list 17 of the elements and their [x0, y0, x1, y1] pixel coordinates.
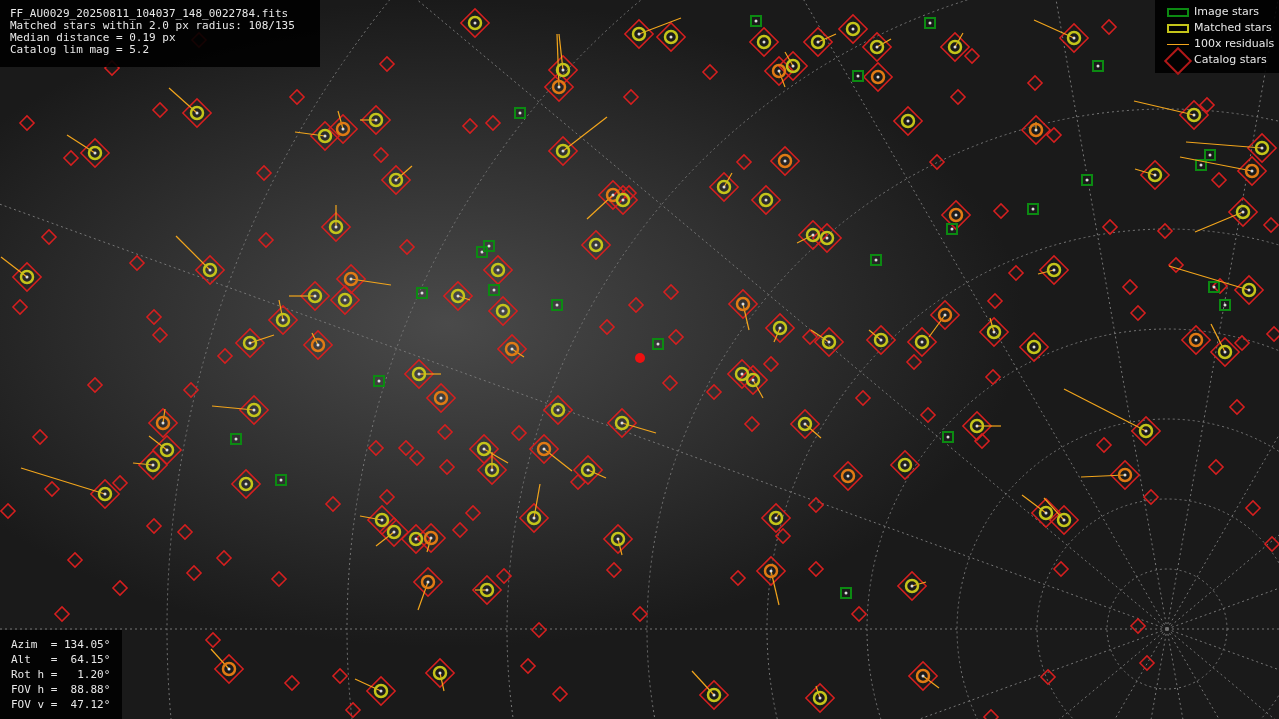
pointing-text: FOV h = 88.88°	[11, 682, 111, 697]
info-text: Matched stars within 2.0 px radius: 108/135	[10, 20, 295, 32]
pointing-text: Azim = 134.05°	[11, 637, 111, 652]
square-marker-icon	[1167, 8, 1189, 17]
legend-label: Catalog stars	[1194, 52, 1267, 69]
square-marker-icon	[1167, 24, 1189, 33]
legend-label: 100x residuals	[1194, 36, 1275, 53]
info-text: FF_AU0029_20250811_104037_148_0022784.fits	[10, 8, 289, 20]
line-marker-icon	[1167, 43, 1189, 46]
pointing-text: Rot h = 1.20°	[11, 667, 111, 682]
pointing-text: Alt = 64.15°	[11, 652, 111, 667]
info-text: Catalog lim mag = 5.2	[10, 44, 150, 56]
diamond-marker-icon	[1163, 45, 1193, 76]
legend-label: Image stars	[1194, 4, 1259, 21]
pointing-text: FOV v = 47.12°	[11, 697, 111, 712]
info-text: Median distance = 0.19 px	[10, 32, 176, 44]
legend-label: Matched stars	[1194, 20, 1272, 37]
